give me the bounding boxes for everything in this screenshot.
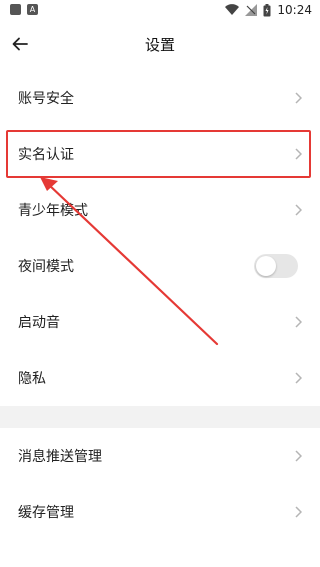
settings-list: 账号安全 实名认证 青少年模式 夜间模式 启动音 隐私 消息推送管理 缓存管理 xyxy=(0,70,320,540)
night-mode-toggle[interactable] xyxy=(254,254,298,278)
settings-item-label: 隐私 xyxy=(18,371,46,387)
settings-item-privacy[interactable]: 隐私 xyxy=(0,350,320,406)
clock: 10:24 xyxy=(277,3,312,17)
app-header: 设置 xyxy=(0,22,320,66)
chevron-right-icon xyxy=(295,148,302,160)
settings-item-real-name-auth[interactable]: 实名认证 xyxy=(0,126,320,182)
bottom-fade xyxy=(0,559,320,567)
notification-icon xyxy=(10,4,21,15)
settings-item-account-security[interactable]: 账号安全 xyxy=(0,70,320,126)
wifi-icon xyxy=(225,4,240,16)
settings-item-label: 实名认证 xyxy=(18,147,74,163)
chevron-right-icon xyxy=(295,316,302,328)
settings-item-label: 缓存管理 xyxy=(18,505,74,521)
settings-item-label: 夜间模式 xyxy=(18,259,74,275)
settings-item-night-mode: 夜间模式 xyxy=(0,238,320,294)
settings-item-startup-sound[interactable]: 启动音 xyxy=(0,294,320,350)
settings-item-label: 启动音 xyxy=(18,315,60,331)
chevron-right-icon xyxy=(295,92,302,104)
chevron-right-icon xyxy=(295,450,302,462)
chevron-right-icon xyxy=(295,204,302,216)
settings-item-label: 青少年模式 xyxy=(18,203,88,219)
settings-item-teen-mode[interactable]: 青少年模式 xyxy=(0,182,320,238)
signal-icon xyxy=(245,4,258,16)
page-title: 设置 xyxy=(144,36,175,54)
settings-item-cache-management[interactable]: 缓存管理 xyxy=(0,484,320,540)
battery-icon xyxy=(263,3,271,16)
chevron-right-icon xyxy=(295,506,302,518)
app-a-icon: A xyxy=(27,4,38,15)
section-divider xyxy=(0,406,320,428)
chevron-right-icon xyxy=(295,372,302,384)
settings-item-label: 消息推送管理 xyxy=(18,449,102,465)
toggle-knob xyxy=(256,256,276,276)
settings-item-push-management[interactable]: 消息推送管理 xyxy=(0,428,320,484)
settings-item-label: 账号安全 xyxy=(18,91,74,107)
status-bar: A 10:24 xyxy=(0,0,320,22)
